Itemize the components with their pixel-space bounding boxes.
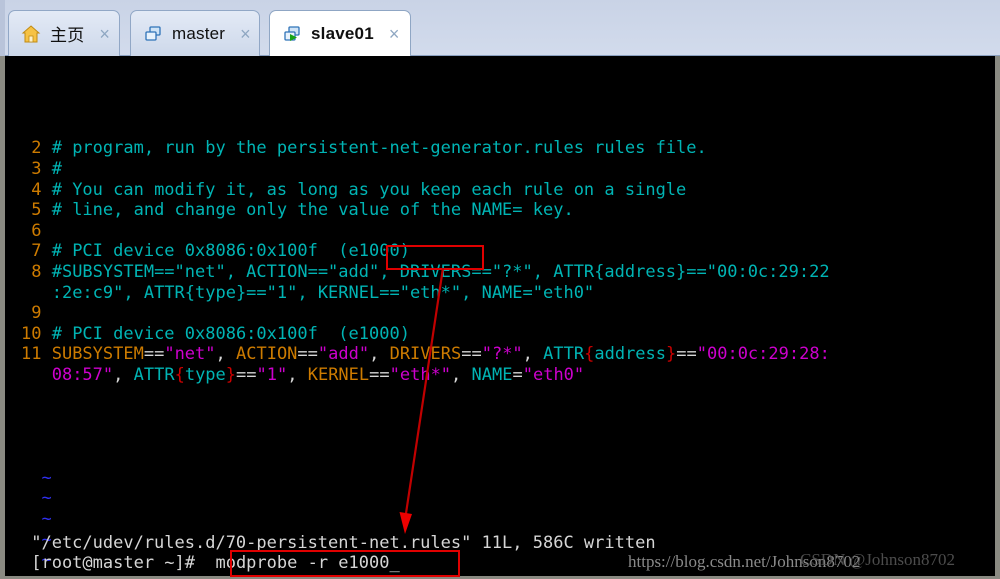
code-token: SUBSYSTEM — [51, 344, 144, 365]
vim-line: :2e:c9", ATTR{type}=="1", KERNEL=="eth*"… — [5, 283, 995, 304]
code-token: , — [522, 344, 544, 365]
vim-line: 2 # program, run by the persistent-net-g… — [5, 138, 995, 159]
tab-home-close-icon[interactable]: × — [99, 25, 110, 43]
line-number: 5 — [21, 200, 52, 221]
tab-master[interactable]: master × — [130, 10, 260, 56]
terminal-window: 主页 × master × slave01 × 2 # program, run… — [0, 0, 1000, 579]
code-token: { — [584, 344, 595, 365]
vim-line: 5 # line, and change only the value of t… — [5, 200, 995, 221]
code-token: "?*" — [481, 344, 523, 365]
code-token: , — [287, 364, 308, 385]
code-token: == — [143, 344, 165, 365]
vim-filler-line: ~ — [21, 488, 52, 509]
code-token: == — [297, 344, 318, 365]
code-token: NAME — [471, 364, 513, 385]
line-number: 11 — [21, 344, 52, 365]
code-token: "1" — [256, 364, 288, 385]
line-number — [21, 283, 52, 303]
session-icon — [143, 24, 163, 44]
tab-master-label: master — [172, 23, 226, 43]
terminal-screen[interactable]: 2 # program, run by the persistent-net-g… — [5, 56, 995, 576]
vim-line: 3 # — [5, 159, 995, 180]
code-token: "net" — [164, 344, 216, 365]
code-token: ATTR — [543, 344, 585, 365]
code-token: } — [225, 364, 237, 385]
code-token: # program, run by the persistent-net-gen… — [51, 138, 707, 159]
code-token: # PCI device 0x8086:0x100f (e1000) — [51, 241, 410, 262]
code-token: == — [461, 344, 482, 365]
shell-cursor: _ — [389, 553, 400, 574]
code-token: == — [676, 344, 697, 365]
tab-bar: 主页 × master × slave01 × — [0, 0, 1000, 56]
line-number: 9 — [21, 303, 52, 324]
code-token: # line, and change only the value of the… — [51, 200, 574, 221]
tab-slave01[interactable]: slave01 × — [269, 10, 411, 56]
line-number: 8 — [21, 261, 52, 282]
code-token: "add" — [317, 344, 370, 365]
shell-prompt: [root@master ~]# — [21, 553, 206, 574]
code-token: type — [184, 364, 226, 385]
tab-bar-left-edge — [0, 0, 5, 56]
code-token: "00:0c:29:28: — [696, 344, 830, 365]
session-running-icon — [282, 24, 302, 44]
tab-master-close-icon[interactable]: × — [240, 25, 251, 43]
code-token: address — [594, 344, 667, 365]
code-token: "eth*" — [389, 364, 452, 385]
tab-slave01-close-icon[interactable]: × — [389, 25, 400, 43]
code-token: :2e:c9", ATTR{type}=="1", KERNEL=="eth*"… — [51, 282, 595, 303]
vim-status-line: "/etc/udev/rules.d/70-persistent-net.rul… — [21, 532, 656, 553]
line-number: 4 — [21, 179, 52, 200]
vim-line: 08:57", ATTR{type}=="1", KERNEL=="eth*",… — [5, 365, 995, 386]
code-token: #SUBSYSTEM=="net", ACTION=="add", DRIVER… — [51, 261, 830, 282]
shell-command-input[interactable]: modprobe -r e1000 — [205, 553, 389, 573]
code-token: , — [451, 364, 472, 385]
tab-slave01-label: slave01 — [311, 23, 374, 43]
code-token: "eth0" — [522, 364, 585, 385]
vim-line: 11 SUBSYSTEM=="net", ACTION=="add", DRIV… — [5, 344, 995, 365]
vim-line: 9 — [5, 303, 995, 324]
code-token: KERNEL — [307, 364, 370, 385]
vim-filler-line: ~ — [21, 509, 52, 530]
vim-line: 4 # You can modify it, as long as you ke… — [5, 180, 995, 201]
line-number: 3 — [21, 158, 52, 179]
code-token: = — [512, 364, 523, 385]
line-number: 10 — [21, 323, 52, 344]
shell-prompt-line[interactable]: [root@master ~]# modprobe -r e1000_ — [5, 553, 995, 574]
line-number: 6 — [21, 220, 52, 241]
code-token: == — [236, 364, 257, 385]
vim-line: 6 — [5, 221, 995, 242]
code-token: , — [215, 344, 236, 365]
code-token: } — [666, 344, 677, 365]
terminal-bottom: "/etc/udev/rules.d/70-persistent-net.rul… — [5, 533, 995, 574]
vim-buffer[interactable]: 2 # program, run by the persistent-net-g… — [5, 138, 995, 385]
line-number: 2 — [21, 138, 52, 159]
vim-filler-line: ~ — [21, 467, 52, 488]
code-token: ACTION — [236, 344, 298, 365]
vim-line: 8 #SUBSYSTEM=="net", ACTION=="add", DRIV… — [5, 262, 995, 283]
tab-home-label: 主页 — [50, 26, 85, 45]
code-token: DRIVERS — [389, 344, 462, 365]
code-token: ATTR — [133, 364, 175, 385]
code-token: # — [51, 158, 62, 179]
code-token: # PCI device 0x8086:0x100f (e1000) — [51, 323, 410, 344]
code-token: 08:57" — [51, 364, 114, 385]
line-number: 7 — [21, 241, 52, 262]
home-icon — [21, 24, 41, 44]
terminal-pane[interactable]: 2 # program, run by the persistent-net-g… — [0, 56, 1000, 579]
vim-line: 7 # PCI device 0x8086:0x100f (e1000) — [5, 241, 995, 262]
code-token: , — [369, 344, 390, 365]
line-number — [21, 365, 52, 385]
code-token: # You can modify it, as long as you keep… — [51, 179, 687, 200]
code-token: == — [369, 364, 390, 385]
vim-line: 10 # PCI device 0x8086:0x100f (e1000) — [5, 324, 995, 345]
code-token: , — [113, 364, 134, 385]
code-token: { — [174, 364, 185, 385]
tab-home[interactable]: 主页 × — [8, 10, 120, 56]
